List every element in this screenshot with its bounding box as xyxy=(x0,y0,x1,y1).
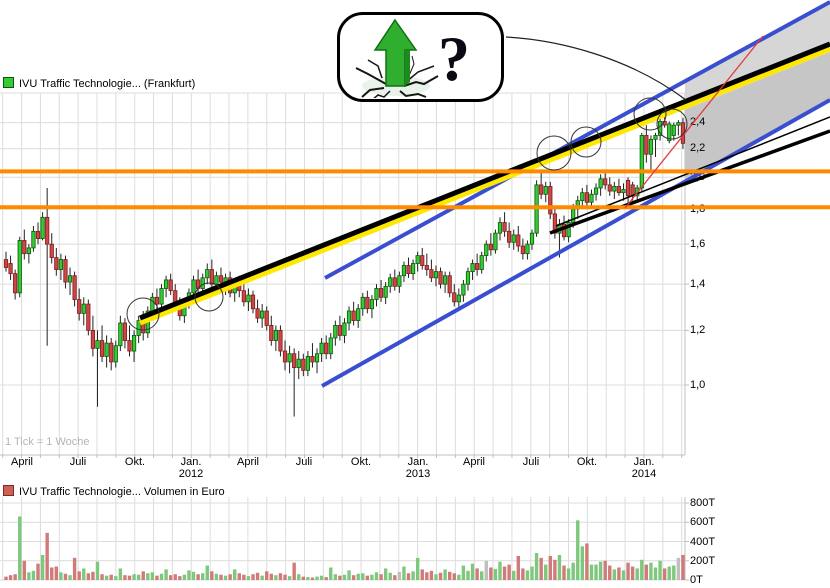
xlabel-juli-2011: Juli xyxy=(50,456,106,468)
price-tick-1-6: 1,6 xyxy=(690,238,705,250)
xlabel-okt-2011: Okt. xyxy=(107,456,163,468)
volume-tick-0t: 0T xyxy=(690,574,703,586)
xlabel-juli-2013: Juli xyxy=(503,456,559,468)
price-tick-1-8: 1,8 xyxy=(690,203,705,215)
volume-tick-800t: 800T xyxy=(690,497,715,509)
price-legend-label: IVU Traffic Technologie... (Frankfurt) xyxy=(19,78,195,90)
question-mark: ? xyxy=(438,17,470,101)
price-tick-2-2: 2,2 xyxy=(690,142,705,154)
price-tick-1-4: 1,4 xyxy=(690,278,705,290)
breakout-callout: ? xyxy=(337,12,504,102)
price-tick-1-0: 1,0 xyxy=(690,379,705,391)
tick-note: 1 Tick = 1 Woche xyxy=(5,436,89,448)
price-tick-2-0: 2,0 xyxy=(690,171,705,183)
price-tick-2-4: 2,4 xyxy=(690,116,705,128)
xlabel-jan-2014: Jan.2014 xyxy=(616,456,672,480)
xlabel-okt-2013: Okt. xyxy=(559,456,615,468)
xlabel-april-2011: April xyxy=(0,456,50,468)
volume-legend: IVU Traffic Technologie... Volumen in Eu… xyxy=(3,485,225,497)
xlabel-okt-2012: Okt. xyxy=(333,456,389,468)
volume-tick-400t: 400T xyxy=(690,536,715,548)
volume-tick-200t: 200T xyxy=(690,555,715,567)
xlabel-jan-2012: Jan.2012 xyxy=(163,456,219,480)
xlabel-juli-2012: Juli xyxy=(276,456,332,468)
xlabel-april-2013: April xyxy=(446,456,502,468)
price-legend-swatch xyxy=(3,77,14,88)
volume-tick-600t: 600T xyxy=(690,516,715,528)
volume-legend-label: IVU Traffic Technologie... Volumen in Eu… xyxy=(19,486,225,498)
price-tick-1-2: 1,2 xyxy=(690,324,705,336)
breakout-arrow-icon xyxy=(348,16,443,98)
xlabel-jan-2013: Jan.2013 xyxy=(390,456,446,480)
volume-legend-swatch xyxy=(3,485,14,496)
xlabel-april-2012: April xyxy=(220,456,276,468)
stock-chart-page: IVU Traffic Technologie... (Frankfurt) 1… xyxy=(0,0,830,588)
price-legend: IVU Traffic Technologie... (Frankfurt) xyxy=(3,77,195,89)
